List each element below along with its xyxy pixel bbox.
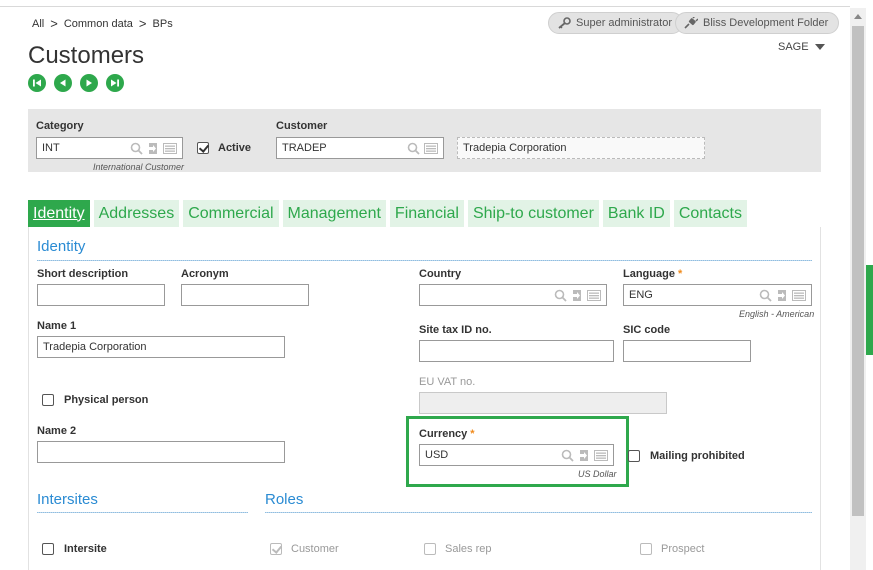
physical-person-label: Physical person (64, 394, 149, 406)
magnifier-icon[interactable] (130, 142, 143, 155)
solution-label: SAGE (778, 41, 809, 53)
category-label: Category (36, 120, 84, 132)
breadcrumb-item-all[interactable]: All (32, 18, 44, 30)
role-sales-rep-label: Sales rep (445, 543, 492, 555)
name2-label: Name 2 (37, 425, 77, 437)
name1-input[interactable]: Tradepia Corporation (37, 336, 285, 358)
magnifier-icon[interactable] (554, 289, 567, 302)
section-divider (37, 260, 812, 261)
role-sales-rep-checkbox (424, 543, 436, 555)
chevron-down-icon (814, 44, 825, 50)
section-divider (265, 512, 812, 513)
section-title-roles: Roles (265, 491, 304, 508)
previous-icon (60, 79, 66, 87)
detail-panel-icon[interactable] (424, 142, 438, 154)
record-navigation (28, 74, 124, 92)
tab-contacts[interactable]: Contacts (673, 200, 747, 227)
last-icon (111, 79, 119, 87)
last-record-button[interactable] (106, 74, 124, 92)
name2-input[interactable] (37, 441, 285, 463)
selection-icon[interactable] (776, 289, 788, 302)
customer-name-display: Tradepia Corporation (457, 137, 705, 159)
scrollbar-thumb[interactable] (852, 26, 864, 516)
sic-code-input[interactable] (623, 340, 751, 362)
site-tax-id-input[interactable] (419, 340, 614, 362)
solution-menu[interactable]: SAGE (778, 41, 825, 53)
role-customer-checkbox (270, 543, 282, 555)
physical-person-checkbox[interactable] (42, 394, 54, 406)
detail-panel-icon[interactable] (792, 289, 806, 301)
folder-name: Bliss Development Folder (703, 17, 829, 29)
vertical-scrollbar[interactable] (850, 8, 866, 570)
language-label: Language * (623, 268, 683, 280)
country-label: Country (419, 268, 462, 280)
mailing-prohibited-label: Mailing prohibited (650, 450, 745, 462)
role-customer-label: Customer (291, 543, 339, 555)
selection-icon[interactable] (147, 142, 159, 155)
tab-bank-id[interactable]: Bank ID (602, 200, 670, 227)
page-title: Customers (28, 42, 145, 69)
active-checkbox[interactable] (197, 142, 209, 154)
active-label: Active (218, 142, 252, 154)
breadcrumb-separator: > (138, 16, 147, 31)
intersite-checkbox[interactable] (42, 543, 54, 555)
eu-vat-label: EU VAT no. (419, 376, 476, 388)
section-title-intersites: Intersites (37, 491, 98, 508)
key-icon (558, 17, 571, 29)
tab-management[interactable]: Management (282, 200, 386, 227)
detail-panel-icon[interactable] (163, 142, 177, 154)
tab-financial[interactable]: Financial (389, 200, 464, 227)
acronym-input[interactable] (181, 284, 309, 306)
mailing-prohibited-checkbox[interactable] (628, 450, 640, 462)
next-icon (86, 79, 92, 87)
tab-ship-to-customer[interactable]: Ship-to customer (467, 200, 599, 227)
first-icon (33, 79, 41, 87)
eu-vat-input (419, 392, 667, 414)
role-prospect-checkbox (640, 543, 652, 555)
breadcrumb-separator: > (50, 16, 58, 31)
short-description-input[interactable] (37, 284, 165, 306)
site-tax-id-label: Site tax ID no. (419, 324, 492, 336)
next-record-button[interactable] (80, 74, 98, 92)
first-record-button[interactable] (28, 74, 46, 92)
detail-panel-icon[interactable] (587, 289, 601, 301)
category-description: International Customer (93, 162, 185, 172)
short-description-label: Short description (37, 268, 129, 280)
user-pill-button[interactable]: Super administrator (548, 12, 683, 34)
folder-pill-button[interactable]: Bliss Development Folder (675, 12, 840, 34)
tab-addresses[interactable]: Addresses (93, 200, 180, 227)
user-name: Super administrator (576, 17, 672, 29)
breadcrumb: All > Common data > BPs (32, 16, 173, 31)
country-input[interactable] (419, 284, 607, 306)
language-description: English - American (739, 309, 815, 319)
section-title-identity: Identity (37, 238, 86, 255)
currency-highlight-frame (406, 416, 629, 487)
name1-label: Name 1 (37, 320, 77, 332)
magnifier-icon[interactable] (407, 142, 420, 155)
required-star: * (677, 268, 683, 280)
role-prospect-label: Prospect (661, 543, 705, 555)
customer-input[interactable]: TRADEP (276, 137, 444, 159)
language-input[interactable]: ENG (623, 284, 812, 306)
acronym-label: Acronym (181, 268, 229, 280)
scroll-up-arrow-icon[interactable] (854, 14, 862, 19)
section-divider (37, 512, 248, 513)
magnifier-icon[interactable] (759, 289, 772, 302)
side-panel-toggle[interactable] (866, 265, 873, 355)
tab-commercial[interactable]: Commercial (183, 200, 279, 227)
tab-identity[interactable]: Identity (28, 200, 90, 227)
tab-bar: Identity Addresses Commercial Management… (28, 200, 747, 227)
previous-record-button[interactable] (54, 74, 72, 92)
top-divider (0, 6, 850, 7)
selection-icon[interactable] (571, 289, 583, 302)
plug-icon (684, 17, 698, 29)
breadcrumb-item-bps[interactable]: BPs (153, 18, 173, 30)
customer-label: Customer (276, 120, 328, 132)
sic-code-label: SIC code (623, 324, 671, 336)
intersite-label: Intersite (64, 543, 107, 555)
category-input[interactable]: INT (36, 137, 183, 159)
breadcrumb-item-common-data[interactable]: Common data (64, 18, 133, 30)
